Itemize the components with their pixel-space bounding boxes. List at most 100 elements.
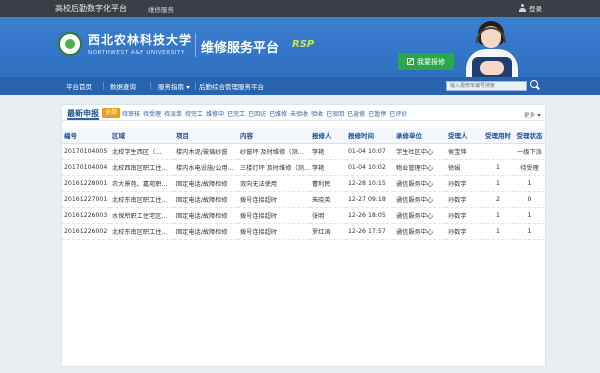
table-cell[interactable]: 20161227001 (62, 191, 110, 208)
login-link[interactable]: 登录 (519, 3, 542, 13)
university-name-cn: 西北农林科技大学 (88, 33, 193, 47)
table-cell: 01-04 10:02 (346, 159, 394, 176)
top-bar: 高校后勤数字化平台 维修服务 登录 (0, 0, 600, 17)
table-cell: 曹利民 (310, 175, 346, 192)
system-link[interactable]: 维修服务 (148, 4, 174, 14)
nav-data-query[interactable]: 数据查询 (110, 81, 136, 91)
table-cell: 物业管理中心 (394, 159, 446, 176)
table-cell: 北校东南区职工住… (110, 223, 174, 240)
column-header[interactable]: 受理用时 (482, 128, 514, 144)
table-cell: 孙数字 (446, 175, 482, 192)
table-row[interactable]: 20170104005 北校学生西区（… 楼内木泥/玻璃纱窗 纱窗坏 及时维修（测… 李… (62, 143, 545, 160)
table-row[interactable]: 20161226003 水保所职工住宅区… 固定电话/故障检修 拨号连接超时 张明 12-… (62, 207, 545, 224)
column-header[interactable]: 编号 (62, 128, 110, 144)
repair-button-label: 我要报修 (417, 57, 445, 66)
table-cell: 李艳 (310, 143, 346, 160)
table-cell[interactable]: 20161226003 (62, 207, 110, 224)
nav-service-guide[interactable]: 服务指南 (158, 81, 190, 91)
status-tab[interactable]: 已驳回 (326, 109, 344, 118)
report-repair-button[interactable]: 我要报修 (398, 53, 454, 70)
table-row[interactable]: 20161227001 北校东南区职工住… 固定电话/故障检修 拨号连接超时 朱晓英 12… (62, 191, 545, 208)
column-header[interactable]: 报修人 (310, 128, 346, 144)
table-row[interactable]: 20170104004 北校西南区职工住… 楼内水电设施/公用… 三楼灯坏 及时维修（… (62, 159, 545, 176)
table-cell: 拨号连接超时 (238, 207, 310, 224)
table-cell: 李艳 (310, 159, 346, 176)
status-tab[interactable]: 已暂停 (368, 109, 386, 118)
status-tab[interactable]: 维修中 (206, 109, 224, 118)
tab-all[interactable]: 全部 (102, 108, 121, 118)
system-title: 高校后勤数字化平台 (55, 4, 127, 13)
table-cell: 三楼灯坏 及时维修（测… (238, 159, 310, 176)
platform-title: 维修服务平台 (201, 41, 280, 56)
column-header[interactable]: 承修单位 (394, 128, 446, 144)
table-cell: 北校西南区职工住… (110, 159, 174, 176)
edit-icon (407, 58, 414, 65)
status-tab[interactable]: 已返修 (347, 109, 365, 118)
table-cell: 1 (482, 175, 514, 192)
table-row[interactable]: 20161226002 北校东南区职工住… 固定电话/故障检修 拨号连接超时 罗红涛 12… (62, 223, 545, 240)
university-seal (58, 32, 82, 56)
table-cell: 通信服务中心 (394, 207, 446, 224)
panel-header: 最新申报 全部 待审核 待受理 待派单 待完工 维修中 已完工 已回访 已维修 未验收 验收 已驳回… (62, 105, 545, 121)
column-header[interactable]: 受理人 (446, 128, 482, 144)
status-tab[interactable]: 已完工 (227, 109, 245, 118)
table-cell: 固定电话/故障检修 (174, 175, 238, 192)
table-cell: 1 (514, 223, 545, 240)
table-cell[interactable]: 20170104004 (62, 159, 110, 176)
table-cell: 纱窗坏 及时维修（测… (238, 143, 310, 160)
table-cell: 0 (514, 191, 545, 208)
status-tab[interactable]: 待完工 (185, 109, 203, 118)
table-cell: 张明 (310, 207, 346, 224)
table-cell: 孙数字 (446, 207, 482, 224)
latest-requests-panel: 最新申报 全部 待审核 待受理 待派单 待完工 维修中 已完工 已回访 已维修 未验收 验收 已驳回… (61, 104, 546, 367)
table-cell[interactable]: 20161228001 (62, 175, 110, 192)
table-cell: 固定电话/故障检修 (174, 191, 238, 208)
column-header[interactable]: 受理状态 (514, 128, 545, 144)
status-tab[interactable]: 待派单 (164, 109, 182, 118)
repair-orders-table: 编号 区域 项目 内容 报修人 报修时间 承修单位 受理人 受理用时 受理状态 201701040… (62, 128, 545, 240)
table-cell: 拨号连接超时 (238, 223, 310, 240)
table-cell: 罗红涛 (310, 223, 346, 240)
university-name-en: NORTHWEST A&F UNIVERSITY (88, 50, 185, 56)
table-cell[interactable]: 20170104005 (62, 143, 110, 160)
table-cell: 12-28 10:15 (346, 175, 394, 192)
caret-down-icon (186, 85, 190, 89)
user-icon (519, 4, 526, 12)
table-cell: 楼内木泥/玻璃纱窗 (174, 143, 238, 160)
search-input[interactable] (446, 81, 527, 91)
status-tab[interactable]: 待受理 (143, 109, 161, 118)
more-link[interactable]: 更多 (524, 111, 541, 119)
nav-logistics-platform[interactable]: 后勤综合管理服务平台 (199, 81, 264, 91)
table-cell: 水保所职工住宅区… (110, 207, 174, 224)
table-cell: 1 (482, 207, 514, 224)
status-tab[interactable]: 未验收 (290, 109, 308, 118)
table-cell: 12-26 17:57 (346, 223, 394, 240)
column-header[interactable]: 区域 (110, 128, 174, 144)
table-cell: 通信服务中心 (394, 191, 446, 208)
table-cell: 孙数字 (446, 223, 482, 240)
status-tab[interactable]: 已维修 (269, 109, 287, 118)
column-header[interactable]: 内容 (238, 128, 310, 144)
column-header[interactable]: 报修时间 (346, 128, 394, 144)
status-tab[interactable]: 验收 (311, 109, 323, 118)
table-cell: 1 (514, 207, 545, 224)
table-cell: 12-26 18:05 (346, 207, 394, 224)
table-cell: 学生社区中心 (394, 143, 446, 160)
search-icon[interactable] (530, 80, 540, 90)
status-tab[interactable]: 已回访 (248, 109, 266, 118)
table-cell: 双向无法使用 (238, 175, 310, 192)
nav-service-guide-label: 服务指南 (158, 83, 184, 91)
more-label: 更多 (523, 113, 535, 119)
table-cell: 北校东南区职工住… (110, 191, 174, 208)
table-cell: 12-27 09:18 (346, 191, 394, 208)
column-header[interactable]: 项目 (174, 128, 238, 144)
status-tab[interactable]: 待审核 (122, 109, 140, 118)
table-cell (482, 143, 514, 160)
nav-home[interactable]: 平台首页 (66, 81, 92, 91)
table-cell[interactable]: 20161226002 (62, 223, 110, 240)
table-cell: 待受理 (514, 159, 545, 176)
status-tab[interactable]: 已评价 (389, 109, 407, 118)
table-row[interactable]: 20161228001 农大景苑、嘉苑职… 固定电话/故障检修 双向无法使用 曹利民 12… (62, 175, 545, 192)
table-cell: 楼内水电设施/公用… (174, 159, 238, 176)
table-cell: 北校学生西区（… (110, 143, 174, 160)
